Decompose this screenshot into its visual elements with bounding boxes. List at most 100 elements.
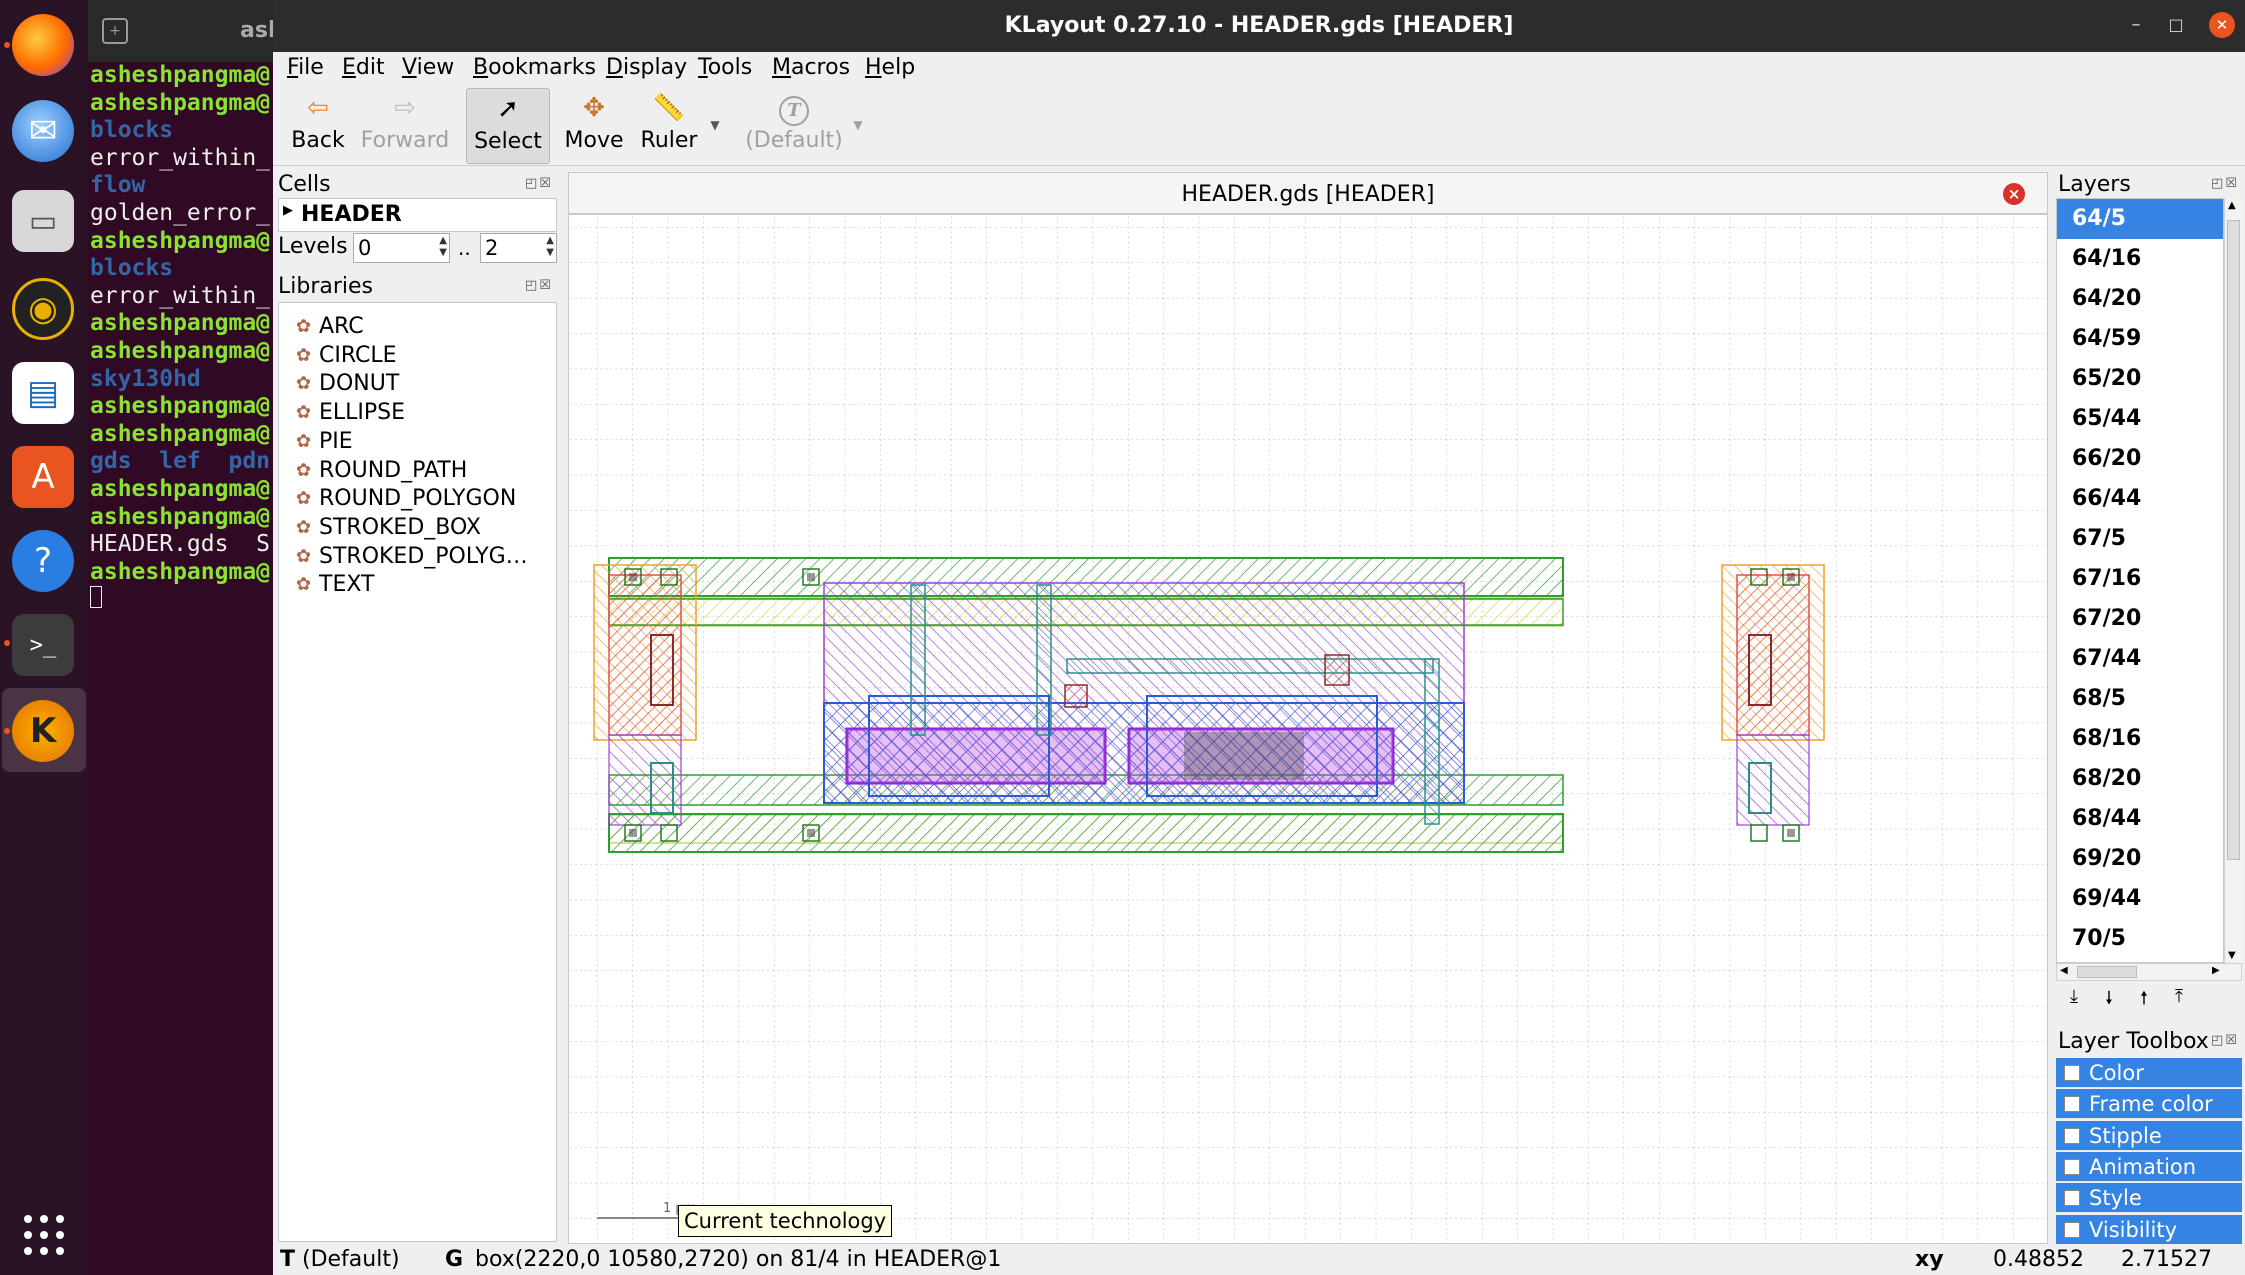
move-up-icon[interactable]: 🠕	[2131, 986, 2157, 1014]
layer-toolbox-row[interactable]: Animation	[2056, 1151, 2242, 1182]
layer-toolbox-row[interactable]: Visibility	[2056, 1214, 2242, 1245]
menu-view[interactable]: View	[402, 55, 454, 80]
klayout-icon[interactable]: K	[12, 700, 74, 762]
layer-item[interactable]: 64/16	[2057, 239, 2223, 279]
cells-panel-float-close-icon[interactable]: ◰☒	[525, 176, 553, 191]
layer-toolbox-float-close-icon[interactable]: ◰☒	[2211, 1033, 2239, 1048]
move-down-icon[interactable]: 🠗	[2096, 986, 2122, 1014]
maximize-button[interactable]: □	[2163, 12, 2189, 38]
library-item[interactable]: ✿ DONUT	[296, 370, 399, 398]
ruler-button[interactable]: 📏 Ruler	[633, 88, 705, 164]
help-icon[interactable]: ?	[12, 530, 74, 592]
status-technology[interactable]: (Default)	[302, 1247, 400, 1272]
library-item[interactable]: ✿ ELLIPSE	[296, 399, 405, 427]
layer-item[interactable]: 68/16	[2057, 719, 2223, 759]
scroll-up-icon[interactable]: ▲	[2228, 200, 2236, 211]
scroll-down-icon[interactable]: ▼	[2228, 950, 2236, 961]
app-center-icon[interactable]: A	[12, 446, 74, 508]
writer-icon[interactable]: ▤	[12, 362, 74, 424]
new-tab-icon[interactable]: +	[102, 18, 128, 44]
menu-tools[interactable]: Tools	[698, 55, 752, 80]
menu-bookmarks[interactable]: Bookmarks	[473, 55, 596, 80]
cell-header[interactable]: HEADER	[301, 202, 402, 227]
move-button[interactable]: ✥ Move	[558, 88, 630, 164]
menu-help[interactable]: Help	[865, 55, 915, 80]
menu-file[interactable]: File	[287, 55, 324, 80]
close-window-button[interactable]: ✕	[2209, 12, 2235, 38]
layer-item[interactable]: 68/20	[2057, 759, 2223, 799]
level-from-spinbox[interactable]: 0 ▲ ▼	[353, 233, 450, 263]
layers-list[interactable]: 64/5 64/16 64/20 64/59 65/20 65/44 66/20 66/44 6…	[2056, 198, 2224, 963]
layer-item[interactable]: 67/44	[2057, 639, 2223, 679]
technology-button[interactable]: T (Default)	[739, 88, 849, 164]
library-item[interactable]: ✿ ROUND_PATH	[296, 457, 467, 485]
layers-hscrollbar[interactable]: ◀ ▶	[2056, 963, 2242, 981]
expand-checkbox-icon[interactable]	[2064, 1127, 2080, 1144]
layer-toolbox-row[interactable]: Stipple	[2056, 1120, 2242, 1151]
layout-canvas[interactable]: 1 µm	[568, 214, 2048, 1244]
library-item[interactable]: ✿ TEXT	[296, 571, 374, 599]
layer-item[interactable]: 69/44	[2057, 879, 2223, 919]
terminal-tab-title[interactable]: ash	[240, 18, 273, 43]
library-item[interactable]: ✿ ROUND_POLYGON	[296, 485, 516, 513]
firefox-icon[interactable]	[12, 14, 74, 76]
thunderbird-icon[interactable]: ✉	[12, 100, 74, 162]
expand-checkbox-icon[interactable]	[2064, 1158, 2080, 1175]
files-icon[interactable]: ▭	[12, 190, 74, 252]
layer-item[interactable]: 65/44	[2057, 399, 2223, 439]
select-button[interactable]: ➚ Select	[466, 88, 550, 164]
layer-item[interactable]: 67/20	[2057, 599, 2223, 639]
layer-item[interactable]: 69/20	[2057, 839, 2223, 879]
layer-toolbox-row[interactable]: Style	[2056, 1183, 2242, 1214]
ruler-dropdown-arrow-icon[interactable]: ▼	[706, 88, 724, 164]
minimize-button[interactable]: –	[2123, 12, 2149, 38]
library-item[interactable]: ✿ STROKED_POLYG…	[296, 543, 528, 571]
layer-item[interactable]: 64/59	[2057, 319, 2223, 359]
back-button[interactable]: ⇦ Back	[282, 88, 354, 164]
library-item[interactable]: ✿ PIE	[296, 428, 353, 456]
layer-toolbox-row[interactable]: Frame color	[2056, 1089, 2242, 1120]
cells-tree[interactable]: ▶ HEADER	[278, 198, 557, 232]
expand-checkbox-icon[interactable]	[2064, 1065, 2080, 1081]
layer-item[interactable]: 67/5	[2057, 519, 2223, 559]
hscroll-thumb[interactable]	[2077, 966, 2137, 978]
move-to-bottom-icon[interactable]: ⤓	[2061, 986, 2087, 1014]
layer-item[interactable]: 70/5	[2057, 919, 2223, 959]
expand-checkbox-icon[interactable]	[2064, 1190, 2080, 1207]
move-to-top-icon[interactable]: ⤒	[2166, 986, 2192, 1014]
libraries-list[interactable]: ✿ ARC ✿ CIRCLE ✿ DONUT ✿ ELLIPSE ✿ PIE ✿ ROUND_PATH…	[278, 302, 557, 1242]
technology-dropdown-arrow-icon[interactable]: ▼	[849, 88, 867, 164]
library-item[interactable]: ✿ STROKED_BOX	[296, 514, 481, 542]
layer-item[interactable]: 64/20	[2057, 279, 2223, 319]
terminal-window[interactable]: + ash asheshpangma@asheshpangma@blockser…	[88, 0, 273, 1275]
expand-checkbox-icon[interactable]	[2064, 1096, 2080, 1113]
spin-arrows-icon[interactable]: ▲ ▼	[439, 235, 447, 259]
layers-scrollbar[interactable]: ▲ ▼	[2224, 198, 2242, 963]
libraries-panel-float-close-icon[interactable]: ◰☒	[525, 278, 553, 293]
rhythmbox-icon[interactable]: ◉	[12, 278, 74, 340]
scroll-left-icon[interactable]: ◀	[2060, 965, 2068, 976]
layer-item[interactable]: 68/44	[2057, 799, 2223, 839]
layer-item[interactable]: 66/44	[2057, 479, 2223, 519]
scroll-right-icon[interactable]: ▶	[2212, 965, 2220, 976]
level-to-spinbox[interactable]: 2 ▲ ▼	[480, 233, 557, 263]
menu-edit[interactable]: Edit	[342, 55, 385, 80]
expand-checkbox-icon[interactable]	[2064, 1221, 2080, 1238]
close-view-icon[interactable]: ×	[2003, 183, 2025, 205]
menu-macros[interactable]: Macros	[772, 55, 850, 80]
terminal-icon[interactable]: >_	[12, 614, 74, 676]
expand-arrow-icon[interactable]: ▶	[283, 203, 293, 218]
layer-item[interactable]: 68/5	[2057, 679, 2223, 719]
layout-view-tab[interactable]: HEADER.gds [HEADER] ×	[568, 172, 2048, 214]
library-item[interactable]: ✿ CIRCLE	[296, 342, 397, 370]
layer-item[interactable]: 64/5	[2057, 199, 2223, 239]
scroll-thumb[interactable]	[2227, 220, 2240, 860]
forward-button[interactable]: ⇨ Forward	[355, 88, 455, 164]
layer-item[interactable]: 67/16	[2057, 559, 2223, 599]
menu-display[interactable]: Display	[606, 55, 687, 80]
library-item[interactable]: ✿ ARC	[296, 313, 364, 341]
layers-panel-float-close-icon[interactable]: ◰☒	[2211, 176, 2239, 191]
layer-toolbox-row[interactable]: Color	[2056, 1058, 2242, 1088]
layer-item[interactable]: 65/20	[2057, 359, 2223, 399]
spin-arrows-icon[interactable]: ▲ ▼	[546, 235, 554, 259]
